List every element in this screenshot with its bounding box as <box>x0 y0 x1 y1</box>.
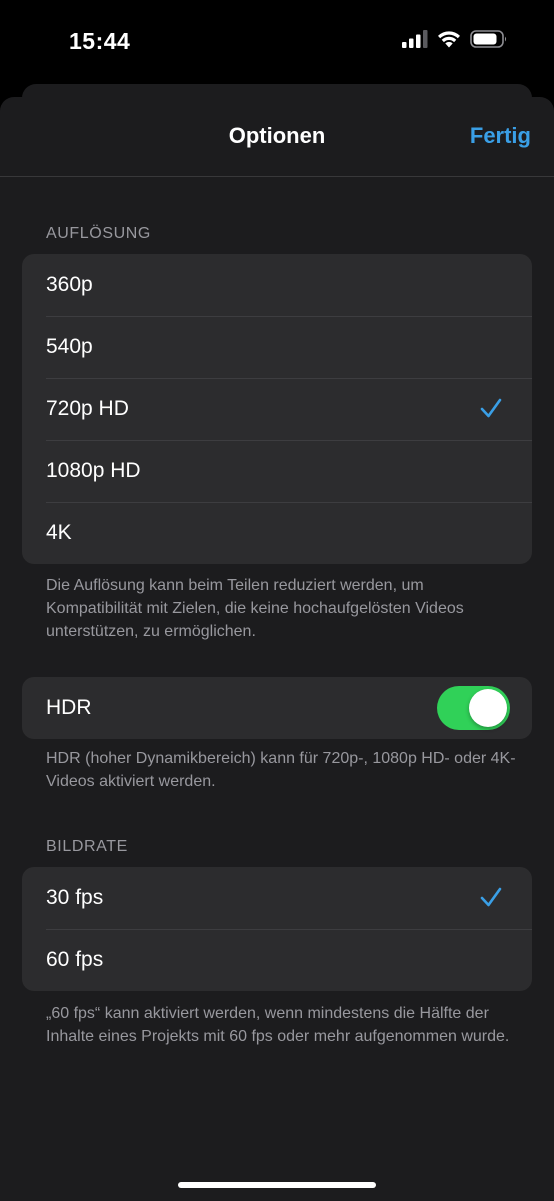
nav-bar: Optionen Fertig <box>0 97 554 177</box>
checkmark-icon <box>480 397 502 425</box>
status-icons <box>402 30 508 53</box>
battery-icon <box>470 30 508 53</box>
resolution-option-540p[interactable]: 540p <box>22 316 532 378</box>
option-label: 720p HD <box>46 397 129 420</box>
hdr-row: HDR <box>22 677 532 739</box>
framerate-footer: „60 fps“ kann aktiviert werden, wenn min… <box>46 1005 510 1045</box>
resolution-footer: Die Auflösung kann beim Teilen reduziert… <box>46 577 464 640</box>
resolution-option-360p[interactable]: 360p <box>22 254 532 316</box>
hdr-group: HDR <box>22 677 532 739</box>
toggle-knob <box>469 689 507 727</box>
hdr-footer: HDR (hoher Dynamikbereich) kann für 720p… <box>46 750 516 790</box>
wifi-icon <box>437 30 461 53</box>
framerate-option-30fps[interactable]: 30 fps <box>22 867 532 929</box>
framerate-header: BILDRATE <box>46 838 128 855</box>
resolution-option-4k[interactable]: 4K <box>22 502 532 564</box>
signal-icon <box>402 30 428 53</box>
option-label: 4K <box>46 521 72 544</box>
hdr-toggle[interactable] <box>437 686 510 730</box>
resolution-header: AUFLÖSUNG <box>46 225 151 242</box>
option-label: 540p <box>46 335 93 358</box>
home-indicator[interactable] <box>178 1182 376 1188</box>
option-label: 30 fps <box>46 886 104 909</box>
option-label: 1080p HD <box>46 459 141 482</box>
framerate-option-60fps[interactable]: 60 fps <box>22 929 532 991</box>
done-button[interactable]: Fertig <box>470 123 531 149</box>
framerate-group: 30 fps 60 fps <box>22 867 532 991</box>
resolution-group: 360p 540p 720p HD 1080p HD 4K <box>22 254 532 564</box>
hdr-label: HDR <box>46 696 92 719</box>
resolution-option-720p[interactable]: 720p HD <box>22 378 532 440</box>
option-label: 360p <box>46 273 93 296</box>
checkmark-icon <box>480 886 502 914</box>
resolution-option-1080p[interactable]: 1080p HD <box>22 440 532 502</box>
status-time: 15:44 <box>69 28 131 54</box>
options-sheet: Optionen Fertig AUFLÖSUNG 360p 540p 720p… <box>0 97 554 1201</box>
option-label: 60 fps <box>46 948 104 971</box>
status-bar: 15:44 <box>0 0 554 84</box>
